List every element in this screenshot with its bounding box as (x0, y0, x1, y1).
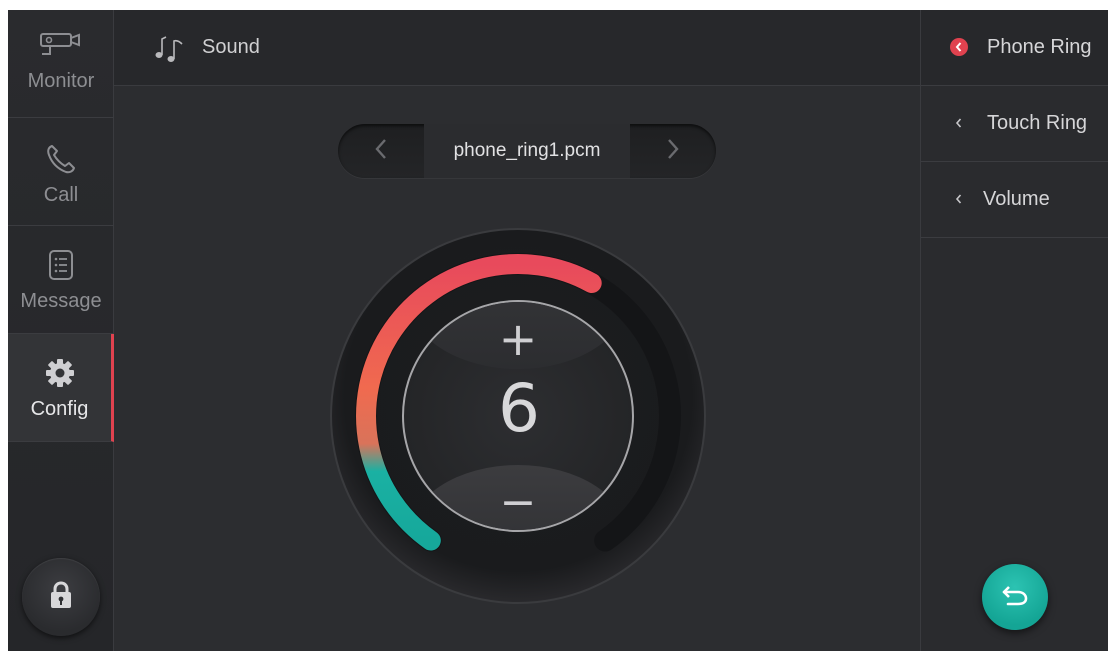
file-selector: phone_ring1.pcm (338, 124, 716, 178)
prev-file-button[interactable] (338, 124, 424, 178)
page-title: Sound (202, 36, 260, 58)
sidebar-item-message[interactable]: Message (8, 226, 114, 334)
menu-item-volume[interactable]: Volume (921, 162, 1108, 238)
lock-icon (48, 580, 74, 615)
back-button[interactable] (982, 564, 1048, 630)
app-screen: Monitor Call Message Config Sound phone_… (8, 10, 1108, 651)
chevron-left-icon (949, 189, 969, 209)
sidebar-item-label: Message (20, 290, 102, 312)
volume-dial: + − 6 (329, 227, 709, 607)
chevron-left-icon (949, 113, 969, 133)
sidebar: Monitor Call Message Config (8, 10, 114, 651)
music-note-icon (152, 33, 186, 63)
sidebar-item-config[interactable]: Config (8, 334, 114, 442)
menu-item-touch-ring[interactable]: Touch Ring (921, 86, 1108, 162)
menu-item-label: Volume (983, 188, 1050, 210)
next-file-button[interactable] (630, 124, 716, 178)
phone-icon (44, 142, 78, 176)
header-bar: Sound (114, 10, 920, 86)
chevron-left-icon (949, 37, 969, 57)
sidebar-item-label: Config (30, 398, 89, 420)
lock-button[interactable] (22, 558, 100, 636)
camera-icon (38, 30, 84, 64)
chevron-right-icon (665, 138, 681, 165)
sidebar-item-label: Monitor (27, 70, 95, 92)
sidebar-item-monitor[interactable]: Monitor (8, 10, 114, 118)
plus-label: + (499, 312, 538, 366)
right-panel: Phone Ring Touch Ring Volume (920, 10, 1108, 651)
menu-item-label: Phone Ring (987, 36, 1092, 58)
selected-file-name: phone_ring1.pcm (424, 124, 630, 178)
sidebar-item-label: Call (43, 184, 79, 206)
gear-icon (43, 356, 77, 390)
message-icon (46, 248, 76, 282)
volume-value: 6 (498, 370, 540, 447)
minus-label: − (500, 477, 537, 528)
return-arrow-icon (1000, 582, 1030, 613)
menu-item-phone-ring[interactable]: Phone Ring (921, 10, 1108, 86)
sidebar-item-call[interactable]: Call (8, 118, 114, 226)
chevron-left-icon (373, 138, 389, 165)
menu-item-label: Touch Ring (987, 112, 1088, 134)
